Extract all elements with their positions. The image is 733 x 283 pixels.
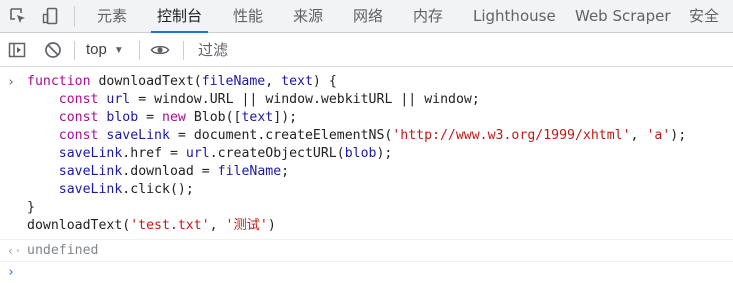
code-line: saveLink.click();: [58, 182, 194, 197]
code-line: saveLink.href = url.createObjectURL(blob…: [58, 146, 393, 161]
code-line: saveLink.download = fileName;: [58, 164, 290, 179]
code-line: }: [27, 200, 35, 215]
input-prompt-chevron-icon: ›: [7, 75, 15, 90]
tab-memory[interactable]: 内存: [413, 0, 443, 32]
code-line: function downloadText(fileName, text) {: [27, 74, 337, 89]
tab-separator: [74, 6, 75, 27]
tab-lighthouse[interactable]: Lighthouse: [473, 0, 556, 32]
tab-network[interactable]: 网络: [353, 0, 383, 32]
toolbar-separator: [183, 41, 184, 60]
console-output: › function downloadText(fileName, text) …: [0, 67, 733, 282]
code-line: const url = window.URL || window.webkitU…: [58, 92, 480, 107]
tab-sources[interactable]: 来源: [293, 0, 323, 32]
tab-elements[interactable]: 元素: [97, 0, 127, 32]
console-toolbar: top ▼: [0, 33, 733, 67]
toolbar-separator: [139, 41, 140, 60]
console-prompt-input[interactable]: ›: [0, 263, 733, 283]
tab-performance[interactable]: 性能: [233, 0, 263, 32]
eye-icon[interactable]: [150, 40, 170, 60]
inspect-element-icon[interactable]: [8, 6, 28, 26]
result-value: undefined: [27, 243, 99, 258]
toolbar-separator: [74, 41, 75, 60]
console-result-entry: ‹· undefined: [0, 239, 733, 262]
result-arrow-icon: ‹·: [7, 244, 22, 258]
filter-input[interactable]: [190, 37, 733, 62]
clear-console-icon[interactable]: [43, 40, 63, 60]
devtools-tab-bar: 元素 控制台 性能 来源 网络 内存 Lighthouse Web Scrape…: [0, 0, 733, 33]
context-selector[interactable]: top ▼: [86, 33, 124, 66]
dropdown-arrow-icon: ▼: [113, 45, 124, 56]
code-line: downloadText('test.txt', '测试'): [27, 218, 276, 233]
code-line: const saveLink = document.createElementN…: [58, 128, 687, 143]
sidebar-toggle-icon[interactable]: [7, 40, 27, 60]
context-selector-label: top: [86, 41, 107, 58]
tab-security[interactable]: 安全: [689, 0, 719, 32]
prompt-chevron-icon: ›: [7, 265, 15, 280]
tab-web-scraper[interactable]: Web Scraper: [575, 0, 671, 32]
code-line: const blob = new Blob([text]);: [58, 110, 298, 125]
tab-console[interactable]: 控制台: [150, 0, 209, 33]
device-toolbar-icon[interactable]: [41, 6, 61, 26]
